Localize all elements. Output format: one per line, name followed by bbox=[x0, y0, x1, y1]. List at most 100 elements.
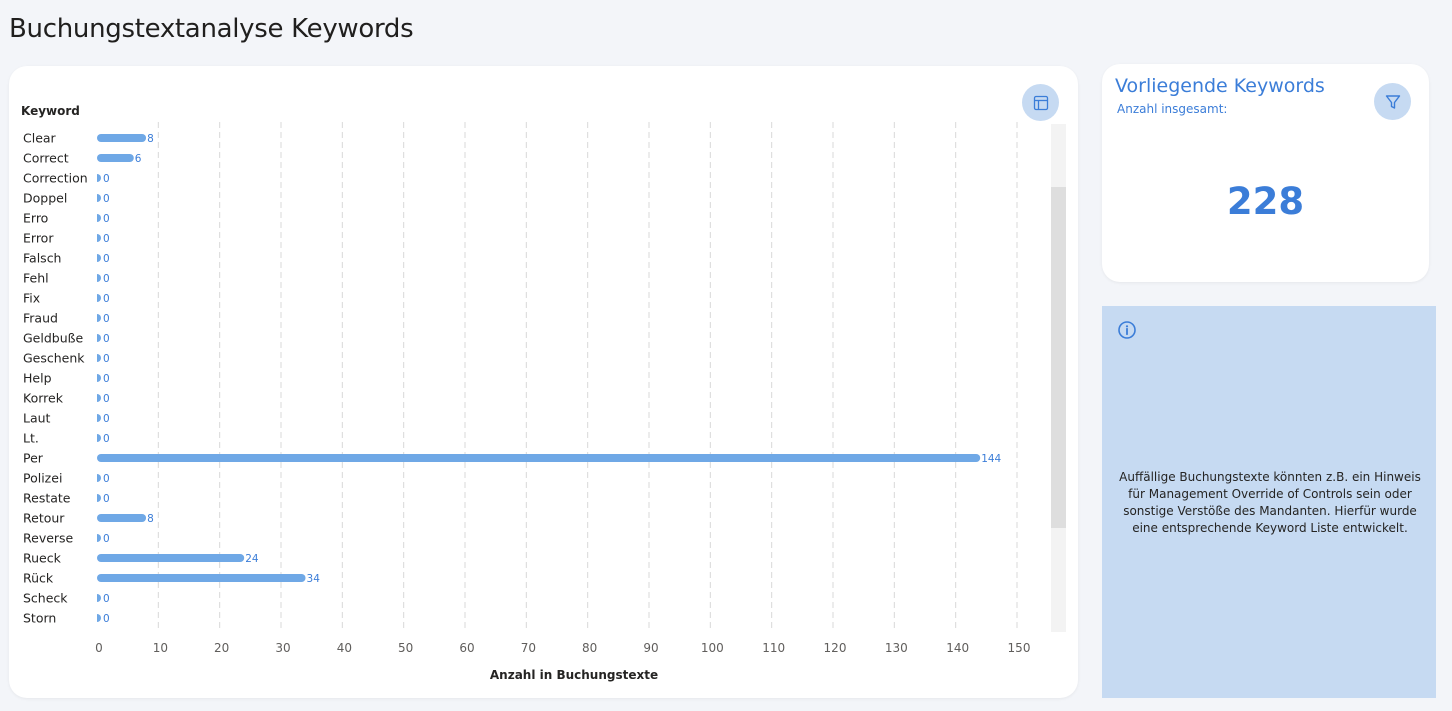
category-label: Erro bbox=[23, 211, 48, 226]
x-tick-label: 150 bbox=[1008, 641, 1031, 655]
data-label: 0 bbox=[103, 213, 110, 225]
data-label: 0 bbox=[103, 253, 110, 265]
data-label: 0 bbox=[103, 533, 110, 545]
bar bbox=[97, 274, 101, 282]
data-label: 8 bbox=[147, 513, 154, 525]
category-label: Rück bbox=[23, 571, 54, 586]
data-label: 0 bbox=[103, 593, 110, 605]
data-label: 0 bbox=[103, 293, 110, 305]
bar bbox=[97, 574, 306, 582]
filter-icon bbox=[1385, 94, 1400, 109]
category-label: Correction bbox=[23, 171, 88, 186]
category-label: Retour bbox=[23, 511, 65, 526]
data-label: 0 bbox=[103, 333, 110, 345]
kpi-title: Vorliegende Keywords bbox=[1115, 75, 1325, 97]
bar bbox=[97, 414, 101, 422]
bar bbox=[97, 194, 101, 202]
category-label: Laut bbox=[23, 411, 51, 426]
category-label: Falsch bbox=[23, 251, 61, 266]
bar bbox=[97, 534, 101, 542]
category-label: Scheck bbox=[23, 591, 68, 606]
category-label: Lt. bbox=[23, 431, 39, 446]
data-label: 0 bbox=[103, 233, 110, 245]
data-label: 0 bbox=[103, 393, 110, 405]
data-label: 6 bbox=[135, 153, 142, 165]
keyword-chart-card: Keyword Clear 8 Correct 6 Correction 0 Doppel 0 E… bbox=[9, 66, 1078, 698]
x-tick-label: 40 bbox=[337, 641, 352, 655]
bar bbox=[97, 214, 101, 222]
category-label: Per bbox=[23, 451, 44, 466]
category-label: Polizei bbox=[23, 471, 62, 486]
category-label: Clear bbox=[23, 131, 57, 146]
x-axis-title: Anzahl in Buchungstexte bbox=[490, 668, 658, 682]
bar bbox=[97, 594, 101, 602]
data-label: 0 bbox=[103, 313, 110, 325]
x-tick-label: 120 bbox=[824, 641, 847, 655]
bar bbox=[97, 474, 101, 482]
bar bbox=[97, 374, 101, 382]
kpi-subtitle: Anzahl insgesamt: bbox=[1117, 102, 1228, 116]
data-label: 0 bbox=[103, 273, 110, 285]
x-tick-label: 0 bbox=[95, 641, 103, 655]
data-label: 0 bbox=[103, 473, 110, 485]
bar bbox=[97, 614, 101, 622]
bar bbox=[97, 234, 101, 242]
bar bbox=[97, 394, 101, 402]
x-tick-label: 20 bbox=[214, 641, 229, 655]
bar bbox=[97, 294, 101, 302]
keyword-bar-chart: Keyword Clear 8 Correct 6 Correction 0 Doppel 0 E… bbox=[21, 104, 1031, 682]
info-panel: Auffällige Buchungstexte könnten z.B. ei… bbox=[1102, 306, 1436, 698]
chart-scrollbar[interactable] bbox=[1051, 124, 1066, 632]
data-label: 0 bbox=[103, 613, 110, 625]
table-icon bbox=[1033, 95, 1048, 110]
y-axis-title: Keyword bbox=[21, 104, 80, 118]
data-label: 0 bbox=[103, 373, 110, 385]
category-label: Error bbox=[23, 231, 54, 246]
data-label: 0 bbox=[103, 493, 110, 505]
data-label: 0 bbox=[103, 433, 110, 445]
category-label: Geschenk bbox=[23, 351, 85, 366]
show-as-table-button[interactable] bbox=[1022, 84, 1059, 121]
bar bbox=[97, 494, 101, 502]
category-label: Fix bbox=[23, 291, 40, 306]
data-label: 34 bbox=[307, 573, 321, 585]
category-label: Geldbuße bbox=[23, 331, 84, 346]
x-tick-label: 90 bbox=[643, 641, 658, 655]
page-title: Buchungstextanalyse Keywords bbox=[9, 14, 414, 44]
category-label: Fehl bbox=[23, 271, 49, 286]
category-label: Correct bbox=[23, 151, 69, 166]
data-label: 144 bbox=[981, 453, 1001, 465]
bar bbox=[97, 314, 101, 322]
kpi-value: 228 bbox=[1226, 180, 1305, 223]
data-label: 0 bbox=[103, 173, 110, 185]
keyword-count-card: Vorliegende Keywords Anzahl insgesamt: 2… bbox=[1102, 64, 1429, 282]
bar bbox=[97, 434, 101, 442]
filter-button[interactable] bbox=[1374, 83, 1411, 120]
bar bbox=[97, 554, 245, 562]
info-text: Auffällige Buchungstexte könnten z.B. ei… bbox=[1119, 470, 1421, 535]
data-label: 8 bbox=[147, 133, 154, 145]
chart-scrollbar-thumb[interactable] bbox=[1051, 187, 1066, 528]
category-label: Help bbox=[23, 371, 52, 386]
data-label: 0 bbox=[103, 353, 110, 365]
x-tick-label: 110 bbox=[762, 641, 785, 655]
category-label: Restate bbox=[23, 491, 71, 506]
data-label: 0 bbox=[103, 193, 110, 205]
data-label: 24 bbox=[245, 553, 259, 565]
info-icon bbox=[1118, 321, 1136, 339]
category-label: Korrek bbox=[23, 391, 64, 406]
x-tick-label: 100 bbox=[701, 641, 724, 655]
bar bbox=[97, 454, 981, 462]
data-label: 0 bbox=[103, 413, 110, 425]
x-tick-label: 50 bbox=[398, 641, 413, 655]
bar bbox=[97, 174, 101, 182]
x-tick-label: 140 bbox=[946, 641, 969, 655]
bar bbox=[97, 254, 101, 262]
x-tick-label: 30 bbox=[275, 641, 290, 655]
bar bbox=[97, 134, 147, 142]
x-tick-label: 130 bbox=[885, 641, 908, 655]
x-tick-label: 60 bbox=[459, 641, 474, 655]
bar bbox=[97, 354, 101, 362]
category-label: Rueck bbox=[23, 551, 62, 566]
bar bbox=[97, 514, 147, 522]
